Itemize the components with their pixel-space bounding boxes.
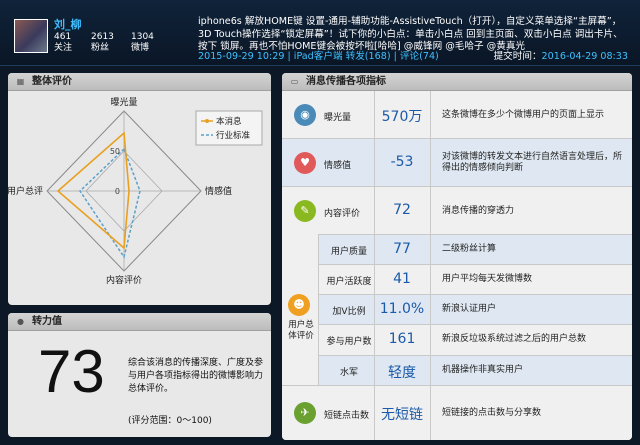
metric-value: 41	[393, 271, 411, 287]
stat-following[interactable]: 461 关注	[54, 32, 72, 54]
chart-icon: ▦	[16, 77, 25, 86]
post-header: 刘_柳 461 关注 2613 粉丝 1304 微博 iphone6s 解放HOME键…	[0, 0, 640, 66]
metric-value: -53	[390, 154, 414, 170]
metric-value: 570万	[381, 109, 423, 125]
heart-icon: ♥	[294, 152, 316, 174]
axis-label-content: 内容评价	[106, 274, 142, 286]
panel-title: ● 转力值	[8, 313, 271, 331]
metric-row-bots[interactable]: 水军 轻度 机器操作非真实用户	[319, 356, 632, 386]
metric-value: 轻度	[388, 365, 416, 381]
metric-label: 用户活跃度	[326, 277, 372, 287]
metric-value: 72	[393, 202, 411, 218]
stat-weibo[interactable]: 1304 微博	[131, 32, 154, 54]
metric-desc: 二级粉丝计算	[442, 244, 497, 254]
metric-label: 用户质量	[330, 247, 367, 257]
metric-desc: 机器操作非真实用户	[442, 365, 524, 375]
metric-label: 曝光量	[324, 113, 352, 123]
legend-item-standard: 行业标准	[216, 130, 251, 141]
panel-title: ▭ 消息传播各项指标	[282, 73, 632, 91]
group-cell-user-evaluation: ☻ 用户总体评价	[282, 234, 319, 386]
users-icon: ☻	[288, 294, 310, 316]
panel-title: ▦ 整体评价	[8, 73, 271, 91]
metric-desc: 新浪认证用户	[442, 304, 497, 314]
metric-row-participants[interactable]: 参与用户数 161 新浪反垃圾系统过滤之后的用户总数	[319, 325, 632, 356]
metric-label: 情感值	[324, 161, 352, 171]
metric-row-content[interactable]: ✎ 内容评价 72 消息传播的穿透力	[282, 187, 632, 235]
metric-value: 77	[393, 241, 411, 257]
legend-item-message: 本消息	[216, 116, 242, 127]
metric-desc: 消息传播的穿透力	[442, 206, 515, 216]
axis-label-user: 用户总评	[8, 185, 43, 197]
camera-icon: ◉	[294, 104, 316, 126]
submit-time: 提交时间：2016-04-29 08:33	[493, 51, 628, 62]
radar-chart: 曝光量 情感值 内容评价 用户总评 50 0 本消息 行业标准	[8, 96, 263, 286]
metric-label: 参与用户数	[326, 337, 372, 347]
metrics-panel: ▭ 消息传播各项指标 ◉ 曝光量 570万 这条微博在多少个微博用户的页面上显示 …	[282, 73, 632, 440]
metric-row-short-link[interactable]: ✈ 短链点击数 无短链 短链接的点击数与分享数	[282, 386, 632, 440]
monitor-icon: ▭	[290, 77, 299, 86]
metric-label: 短链点击数	[324, 411, 370, 421]
link-icon: ✈	[294, 402, 316, 424]
axis-label-exposure: 曝光量	[110, 96, 137, 108]
metric-value: 无短链	[381, 407, 423, 423]
overall-evaluation-panel: ▦ 整体评价 曝光量 情感值 内容评价 用户总评 50 0 本消息 行业标准	[8, 73, 271, 305]
metric-row-user-quality[interactable]: 用户质量 77 二级粉丝计算	[319, 235, 632, 265]
avatar[interactable]	[14, 19, 48, 53]
post-meta[interactable]: 2015-09-29 10:29 | iPad客户端 转发(168) | 评论(…	[198, 48, 439, 62]
influence-panel: ● 转力值 73 综合该消息的传播深度、广度及参与用户各项指标得出的微博影响力总体…	[8, 313, 271, 437]
metric-row-exposure[interactable]: ◉ 曝光量 570万 这条微博在多少个微博用户的页面上显示	[282, 91, 632, 139]
metric-label: 水军	[339, 368, 358, 378]
tick-label-0: 0	[115, 187, 120, 196]
metric-row-sentiment[interactable]: ♥ 情感值 -53 对该微博的转发文本进行自然语言处理后，所得出的情感倾向判断	[282, 139, 632, 187]
axis-label-sentiment: 情感值	[205, 185, 232, 197]
metric-value: 161	[388, 331, 416, 347]
influence-score: 73	[38, 338, 105, 405]
metric-label: 加V比例	[332, 307, 366, 317]
influence-description: 综合该消息的传播深度、广度及参与用户各项指标得出的微博影响力总体评价。	[128, 358, 264, 394]
metric-desc: 这条微博在多少个微博用户的页面上显示	[442, 110, 605, 120]
metric-desc: 用户平均每天发微博数	[442, 274, 533, 284]
legend[interactable]: 本消息 行业标准	[195, 110, 263, 146]
metric-desc: 短链接的点击数与分享数	[442, 408, 542, 418]
metric-value: 11.0%	[379, 301, 425, 317]
tick-label-50: 50	[110, 147, 120, 156]
chat-icon: ✎	[294, 200, 316, 222]
stat-followers[interactable]: 2613 粉丝	[91, 32, 114, 54]
metric-row-user-activity[interactable]: 用户活跃度 41 用户平均每天发微博数	[319, 265, 632, 295]
metric-desc: 对该微博的转发文本进行自然语言处理后，所得出的情感倾向判断	[442, 152, 623, 173]
metric-row-verified-ratio[interactable]: 加V比例 11.0% 新浪认证用户	[319, 295, 632, 325]
group-label: 用户总体评价	[288, 320, 314, 341]
user-icon: ●	[17, 317, 24, 326]
metric-label: 内容评价	[324, 209, 361, 219]
metric-desc: 新浪反垃圾系统过滤之后的用户总数	[442, 334, 587, 344]
score-range: (评分范围：0～100)	[128, 416, 212, 426]
user-name[interactable]: 刘_柳	[54, 16, 82, 32]
